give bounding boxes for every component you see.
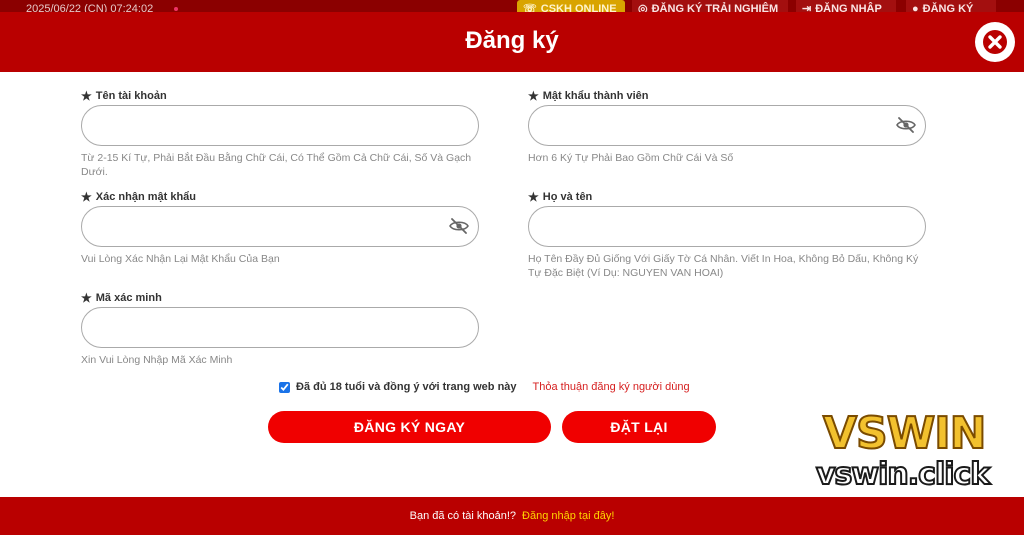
confirm-password-label-text: Xác nhận mật khẩu <box>95 191 197 203</box>
username-field-group: ★ Tên tài khoản Từ 2-15 Kí Tự, Phải Bắt … <box>81 89 479 179</box>
confirm-password-label: ★ Xác nhận mật khẩu <box>81 190 479 204</box>
fullname-field-group: ★ Họ và tên Họ Tên Đầy Đủ Giống Với Giấy… <box>528 190 926 280</box>
fullname-label: ★ Họ và tên <box>528 190 926 204</box>
username-label: ★ Tên tài khoản <box>81 89 479 103</box>
password-hint: Hơn 6 Ký Tự Phải Bao Gồm Chữ Cái Và Số <box>528 152 734 164</box>
reset-button[interactable]: ĐẶT LẠI <box>562 411 716 443</box>
modal-header: Đăng ký <box>0 12 1024 72</box>
star-icon: ★ <box>528 89 539 103</box>
confirm-password-field-group: ★ Xác nhận mật khẩu Vui Lòng Xác Nhận Lạ… <box>81 190 479 266</box>
user-agreement-link[interactable]: Thỏa thuận đăng ký người dùng <box>533 381 690 393</box>
captcha-hint: Xin Vui Lòng Nhập Mã Xác Minh <box>81 354 233 366</box>
fullname-label-text: Họ và tên <box>542 191 593 203</box>
vswin-logo: VSWIN <box>822 407 987 460</box>
star-icon: ★ <box>81 291 92 305</box>
eye-slash-icon[interactable] <box>896 117 916 133</box>
password-label-text: Mật khẩu thành viên <box>542 90 649 102</box>
login-here-link[interactable]: Đăng nhập tại đây! <box>522 510 614 522</box>
close-icon <box>983 30 1007 54</box>
close-button[interactable] <box>975 22 1015 62</box>
agreement-text: Đã đủ 18 tuổi và đồng ý với trang web nà… <box>296 381 517 393</box>
username-label-text: Tên tài khoản <box>95 90 167 102</box>
vswin-url-watermark: vswin.click <box>815 457 991 493</box>
star-icon: ★ <box>528 190 539 204</box>
have-account-text: Bạn đã có tài khoản!? <box>409 510 517 522</box>
confirm-password-input[interactable] <box>81 206 479 247</box>
password-label: ★ Mật khẩu thành viên <box>528 89 926 103</box>
confirm-password-hint: Vui Lòng Xác Nhận Lại Mật Khẩu Của Bạn <box>81 253 280 265</box>
agreement-checkbox[interactable] <box>279 381 290 393</box>
captcha-label: ★ Mã xác minh <box>81 291 479 305</box>
captcha-input[interactable] <box>81 307 479 348</box>
star-icon: ★ <box>81 89 92 103</box>
fullname-input[interactable] <box>528 206 926 247</box>
captcha-field-group: ★ Mã xác minh Xin Vui Lòng Nhập Mã Xác M… <box>81 291 479 367</box>
captcha-label-text: Mã xác minh <box>95 292 162 304</box>
password-input[interactable] <box>528 105 926 146</box>
status-dot-icon <box>174 7 178 11</box>
register-now-button[interactable]: ĐĂNG KÝ NGAY <box>268 411 551 443</box>
username-input[interactable] <box>81 105 479 146</box>
eye-slash-icon[interactable] <box>449 218 469 234</box>
modal-title: Đăng ký <box>465 27 559 54</box>
star-icon: ★ <box>81 190 92 204</box>
footer-bar: Bạn đã có tài khoản!? Đăng nhập tại đây! <box>0 497 1024 535</box>
password-field-group: ★ Mật khẩu thành viên Hơn 6 Ký Tự Phải B… <box>528 89 926 165</box>
agreement-row: Đã đủ 18 tuổi và đồng ý với trang web nà… <box>279 381 690 393</box>
fullname-hint: Họ Tên Đầy Đủ Giống Với Giấy Tờ Cá Nhân.… <box>528 253 919 279</box>
username-hint: Từ 2-15 Kí Tự, Phải Bắt Đầu Bằng Chữ Cái… <box>81 152 472 178</box>
